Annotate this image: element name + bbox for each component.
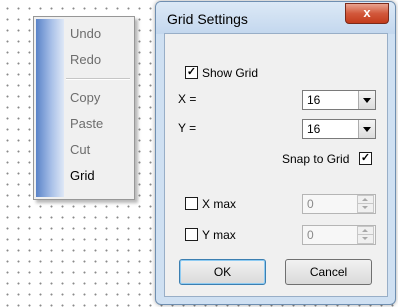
menu-item-paste[interactable]: Paste	[70, 116, 103, 132]
snap-to-grid-checkbox[interactable]: ✓	[359, 152, 372, 165]
y-label: Y =	[178, 121, 197, 135]
spin-down-icon[interactable]	[357, 203, 374, 213]
checkmark-icon: ✓	[360, 152, 371, 164]
x-spacing-dropdown[interactable]: 16	[302, 90, 376, 110]
menu-separator	[66, 78, 130, 80]
close-button[interactable]: x	[345, 3, 389, 24]
show-grid-checkbox[interactable]: ✓	[185, 66, 198, 79]
menu-item-copy[interactable]: Copy	[70, 90, 100, 106]
x-max-checkbox[interactable]	[185, 197, 198, 210]
close-icon: x	[363, 5, 371, 20]
y-max-label: Y max	[202, 228, 236, 242]
context-menu: Undo Redo Copy Paste Cut Grid	[33, 16, 135, 200]
show-grid-label: Show Grid	[202, 66, 259, 80]
dialog-client-area: ✓ Show Grid X = 16 Y = 16 Snap to Grid ✓…	[164, 33, 388, 297]
grid-settings-dialog: Grid Settings x ✓ Show Grid X = 16 Y = 1…	[155, 1, 396, 305]
x-max-value: 0	[307, 197, 314, 211]
snap-to-grid-label: Snap to Grid	[282, 152, 350, 166]
menu-item-redo[interactable]: Redo	[70, 52, 101, 68]
checkmark-icon: ✓	[186, 66, 197, 78]
x-spacing-value: 16	[307, 93, 321, 107]
y-spacing-dropdown[interactable]: 16	[302, 119, 376, 139]
menu-icon-gutter	[36, 19, 64, 197]
spin-down-icon[interactable]	[357, 234, 374, 244]
x-max-label: X max	[202, 197, 237, 211]
ok-button[interactable]: OK	[179, 259, 266, 285]
chevron-down-icon[interactable]	[358, 91, 375, 109]
y-spacing-value: 16	[307, 122, 321, 136]
y-max-checkbox[interactable]	[185, 228, 198, 241]
x-label: X =	[178, 92, 197, 106]
menu-item-grid[interactable]: Grid	[70, 168, 95, 184]
menu-item-undo[interactable]: Undo	[70, 26, 101, 42]
chevron-down-icon[interactable]	[358, 120, 375, 138]
x-max-spinner[interactable]: 0	[302, 194, 376, 214]
menu-item-cut[interactable]: Cut	[70, 142, 90, 158]
cancel-button[interactable]: Cancel	[285, 259, 372, 285]
dialog-title: Grid Settings	[167, 11, 248, 27]
y-max-value: 0	[307, 228, 314, 242]
y-max-spinner[interactable]: 0	[302, 225, 376, 245]
